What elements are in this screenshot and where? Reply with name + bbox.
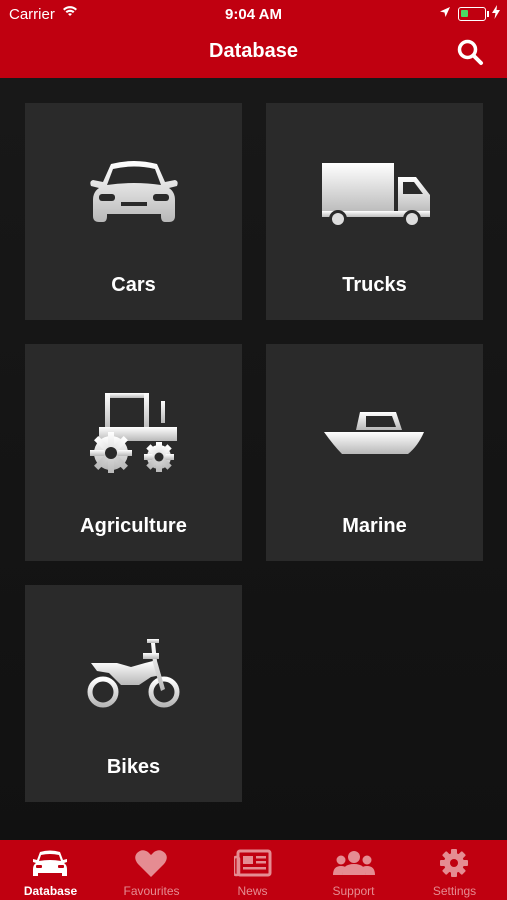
tab-label: Favourites [123, 884, 180, 898]
heart-icon [135, 850, 167, 877]
battery-icon [458, 7, 486, 21]
tab-label: News [237, 884, 268, 898]
boat-icon [324, 412, 424, 454]
people-icon [333, 851, 375, 875]
category-tile-marine[interactable]: Marine [266, 344, 483, 561]
charging-icon [492, 5, 500, 19]
tab-news[interactable]: News [202, 840, 303, 900]
tab-support[interactable]: Support [303, 840, 404, 900]
battery-tip [487, 11, 489, 17]
tab-settings[interactable]: Settings [404, 840, 505, 900]
motorcycle-icon [87, 639, 180, 708]
category-label: Cars [111, 274, 156, 296]
car-icon [33, 850, 67, 876]
tab-bar: Database Favourites News Support Setting… [0, 840, 507, 900]
location-arrow-icon [440, 7, 450, 17]
category-tile-trucks[interactable]: Trucks [266, 103, 483, 320]
gear-icon [440, 849, 468, 877]
newspaper-icon [234, 849, 272, 877]
tractor-icon [90, 393, 177, 473]
status-time: 9:04 AM [225, 6, 282, 23]
status-bar: Carrier 9:04 AM [0, 0, 507, 28]
tab-database[interactable]: Database [0, 840, 101, 900]
category-tile-bikes[interactable]: Bikes [25, 585, 242, 802]
category-label: Agriculture [80, 515, 187, 537]
tab-label: Support [332, 884, 375, 898]
tab-label: Settings [432, 884, 477, 898]
category-tile-cars[interactable]: Cars [25, 103, 242, 320]
category-label: Bikes [106, 756, 161, 778]
car-icon [90, 161, 178, 222]
tab-favourites[interactable]: Favourites [101, 840, 202, 900]
truck-icon [322, 163, 430, 227]
battery-level [461, 10, 468, 17]
search-icon [457, 39, 483, 65]
category-label: Trucks [342, 274, 407, 296]
category-tile-agriculture[interactable]: Agriculture [25, 344, 242, 561]
page-title: Database [209, 40, 298, 62]
search-button[interactable] [456, 38, 484, 66]
category-label: Marine [342, 515, 407, 537]
tab-label: Database [23, 884, 78, 898]
top-header: Carrier 9:04 AM Database [0, 0, 507, 78]
category-grid: Cars Trucks Agriculture Marine Bikes [0, 78, 507, 840]
